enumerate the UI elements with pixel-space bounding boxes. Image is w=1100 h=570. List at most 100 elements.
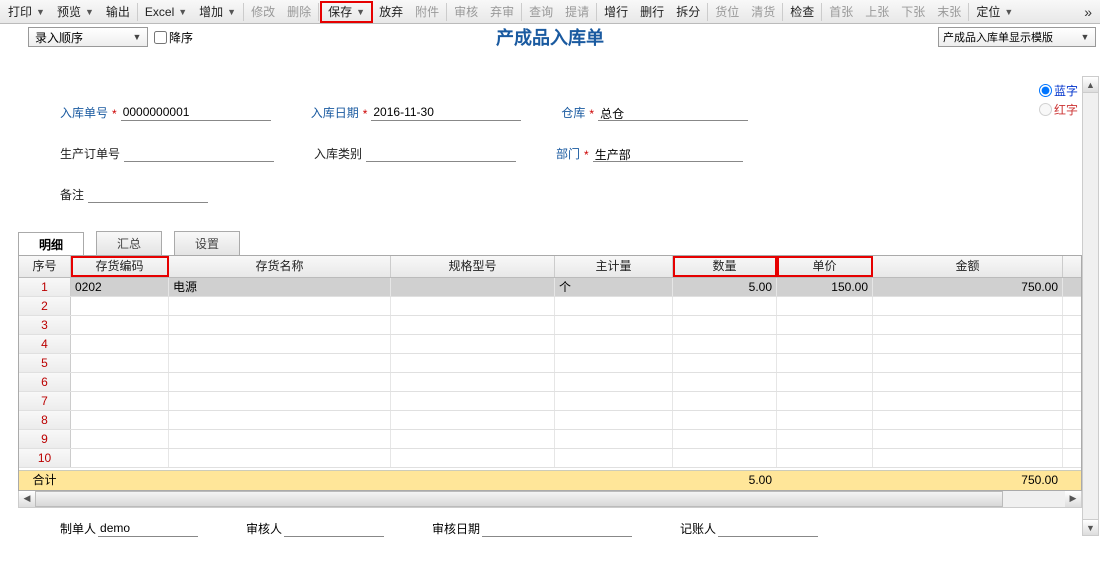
cell[interactable] bbox=[169, 297, 391, 315]
cell[interactable] bbox=[673, 316, 777, 334]
cell[interactable] bbox=[777, 354, 873, 372]
cell[interactable] bbox=[777, 411, 873, 429]
cell[interactable] bbox=[873, 316, 1063, 334]
scroll-thumb[interactable] bbox=[35, 491, 1003, 507]
scroll-track[interactable] bbox=[35, 491, 1065, 507]
scroll-left-icon[interactable]: ◀ bbox=[19, 491, 35, 507]
cell[interactable] bbox=[777, 335, 873, 353]
cell[interactable] bbox=[673, 297, 777, 315]
cell[interactable] bbox=[71, 449, 169, 467]
cell[interactable] bbox=[169, 392, 391, 410]
cell[interactable]: 4 bbox=[19, 335, 71, 353]
col-uom[interactable]: 主计量 bbox=[555, 256, 673, 277]
input-remark[interactable] bbox=[88, 187, 208, 203]
tab-settings[interactable]: 设置 bbox=[174, 231, 240, 255]
cell[interactable] bbox=[777, 373, 873, 391]
col-amt[interactable]: 金额 bbox=[873, 256, 1063, 277]
cell[interactable] bbox=[555, 354, 673, 372]
cell[interactable] bbox=[391, 316, 555, 334]
tb-abandon[interactable]: 放弃 bbox=[373, 1, 409, 23]
cell[interactable] bbox=[391, 278, 555, 296]
col-seq[interactable]: 序号 bbox=[19, 256, 71, 277]
tb-unaudit[interactable]: 弃审 bbox=[484, 1, 520, 23]
tb-next[interactable]: 下张 bbox=[895, 1, 931, 23]
cell[interactable] bbox=[391, 373, 555, 391]
cell[interactable]: 5 bbox=[19, 354, 71, 372]
cell[interactable] bbox=[391, 392, 555, 410]
cell[interactable]: 1 bbox=[19, 278, 71, 296]
cell[interactable] bbox=[873, 449, 1063, 467]
tb-modify[interactable]: 修改 bbox=[245, 1, 281, 23]
tb-addrow[interactable]: 增行 bbox=[598, 1, 634, 23]
order-dropdown[interactable]: 录入顺序 ▼ bbox=[28, 27, 148, 47]
cell[interactable]: 150.00 bbox=[777, 278, 873, 296]
cell[interactable] bbox=[873, 430, 1063, 448]
cell[interactable] bbox=[555, 430, 673, 448]
cell[interactable] bbox=[873, 373, 1063, 391]
cell[interactable] bbox=[391, 449, 555, 467]
cell[interactable] bbox=[673, 354, 777, 372]
cell[interactable] bbox=[673, 430, 777, 448]
input-rkdh[interactable]: 0000000001 bbox=[121, 105, 271, 121]
tb-audit[interactable]: 审核 bbox=[448, 1, 484, 23]
scroll-up-icon[interactable]: ▲ bbox=[1083, 77, 1098, 93]
cell[interactable] bbox=[555, 411, 673, 429]
tb-check[interactable]: 检查 bbox=[784, 1, 820, 23]
cell[interactable] bbox=[71, 297, 169, 315]
input-scdd[interactable] bbox=[124, 146, 274, 162]
table-row[interactable]: 10 bbox=[19, 449, 1081, 468]
tb-split[interactable]: 拆分 bbox=[670, 1, 706, 23]
toolbar-overflow-icon[interactable]: » bbox=[1078, 4, 1098, 20]
cell[interactable] bbox=[71, 373, 169, 391]
cell[interactable]: 9 bbox=[19, 430, 71, 448]
cell[interactable] bbox=[555, 297, 673, 315]
cell[interactable] bbox=[71, 392, 169, 410]
tb-add[interactable]: 增加▼ bbox=[193, 1, 242, 23]
cell[interactable] bbox=[169, 316, 391, 334]
tb-submit[interactable]: 提请 bbox=[559, 1, 595, 23]
footer-auditor-value[interactable] bbox=[284, 521, 384, 537]
cell[interactable] bbox=[71, 316, 169, 334]
cell[interactable]: 8 bbox=[19, 411, 71, 429]
cell[interactable] bbox=[555, 316, 673, 334]
cell[interactable] bbox=[673, 392, 777, 410]
col-price[interactable]: 单价 bbox=[777, 256, 873, 277]
cell[interactable] bbox=[777, 392, 873, 410]
table-row[interactable]: 4 bbox=[19, 335, 1081, 354]
table-row[interactable]: 2 bbox=[19, 297, 1081, 316]
tab-detail[interactable]: 明细 bbox=[18, 232, 84, 256]
table-row[interactable]: 5 bbox=[19, 354, 1081, 373]
horizontal-scrollbar[interactable]: ◀ ▶ bbox=[18, 491, 1082, 508]
tb-delrow[interactable]: 删行 bbox=[634, 1, 670, 23]
cell[interactable] bbox=[555, 335, 673, 353]
input-rklb[interactable] bbox=[366, 146, 516, 162]
cell[interactable] bbox=[71, 430, 169, 448]
tb-print[interactable]: 打印▼ bbox=[2, 1, 51, 23]
cell[interactable] bbox=[673, 335, 777, 353]
table-row[interactable]: 9 bbox=[19, 430, 1081, 449]
tb-preview[interactable]: 预览▼ bbox=[51, 1, 100, 23]
input-ck[interactable]: 总仓 bbox=[598, 105, 748, 121]
cell[interactable] bbox=[71, 335, 169, 353]
table-row[interactable]: 8 bbox=[19, 411, 1081, 430]
cell[interactable] bbox=[777, 449, 873, 467]
cell[interactable]: 个 bbox=[555, 278, 673, 296]
cell[interactable] bbox=[873, 411, 1063, 429]
red-radio-input[interactable] bbox=[1039, 103, 1052, 116]
cell[interactable] bbox=[391, 411, 555, 429]
cell[interactable] bbox=[169, 373, 391, 391]
cell[interactable] bbox=[777, 316, 873, 334]
red-radio[interactable]: 红字 bbox=[1039, 101, 1078, 118]
cell[interactable]: 10 bbox=[19, 449, 71, 467]
cell[interactable]: 0202 bbox=[71, 278, 169, 296]
footer-adate-value[interactable] bbox=[482, 521, 632, 537]
tb-locate[interactable]: 定位▼ bbox=[970, 1, 1019, 23]
cell[interactable] bbox=[873, 335, 1063, 353]
footer-booker-value[interactable] bbox=[718, 521, 818, 537]
scroll-down-icon[interactable]: ▼ bbox=[1083, 519, 1098, 535]
cell[interactable]: 6 bbox=[19, 373, 71, 391]
desc-checkbox[interactable]: 降序 bbox=[154, 29, 193, 46]
col-qty[interactable]: 数量 bbox=[673, 256, 777, 277]
cell[interactable]: 5.00 bbox=[673, 278, 777, 296]
cell[interactable] bbox=[673, 411, 777, 429]
